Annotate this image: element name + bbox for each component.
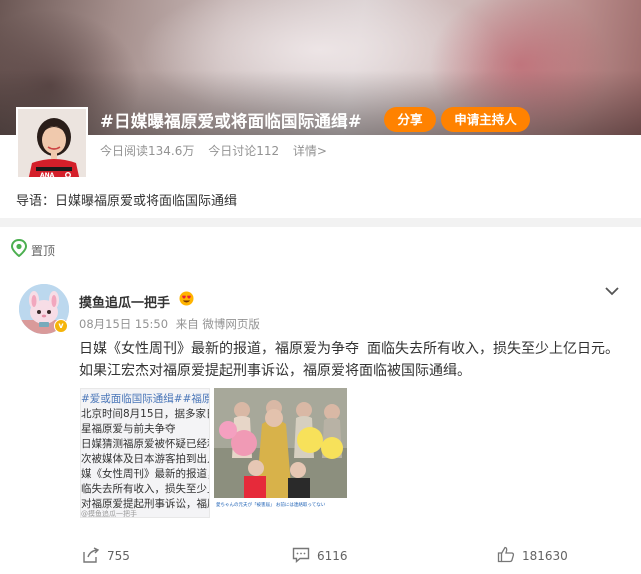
clip-line: 临失去所有收入，损失至少上: [81, 483, 210, 495]
topic-title[interactable]: #日媒曝福原爱或将面临国际通缉#: [100, 108, 362, 132]
repost-icon: [82, 546, 107, 566]
photo-caption: 愛ちゃんの元夫が「被害届」 お前には連絡取ってない: [216, 501, 326, 508]
pinned-post-card: 置顶 v 摸鱼追瓜一把手 08月15日 15:50 来自 微博网页版 日媒《女性…: [0, 227, 641, 574]
clip-line: 星福原爱与前夫争夺: [81, 423, 176, 435]
clip-line: 次被媒体及日本游客拍到出入: [81, 453, 210, 465]
comment-count: 6116: [317, 549, 348, 563]
like-button[interactable]: 181630: [497, 546, 568, 566]
post-meta: 08月15日 15:50 来自 微博网页版: [79, 316, 264, 332]
clip-line: 日媒猜测福原爱被怀疑已经和: [81, 438, 210, 450]
clip-line: 北京时间8月15日，据多家日: [81, 408, 210, 420]
apply-host-button[interactable]: 申请主持人: [441, 107, 530, 132]
pinned-text: 置顶: [31, 243, 56, 258]
chevron-down-icon[interactable]: [604, 282, 620, 301]
discussion-count: 今日讨论112: [208, 144, 280, 158]
topic-avatar: ANA: [16, 107, 88, 179]
clip-line: #爱或面临国际通缉##福原: [81, 393, 210, 405]
post-image-photo[interactable]: 愛ちゃんの元夫が「被害届」 お前には連絡取ってない: [214, 388, 347, 518]
post-date[interactable]: 08月15日 15:50: [79, 317, 168, 331]
post-source: 来自 微博网页版: [175, 317, 260, 331]
share-button[interactable]: 分享: [384, 107, 436, 132]
topic-stats: 今日阅读134.6万 今日讨论112 详情>: [100, 142, 337, 159]
heart-eyes-emoji-icon: [179, 291, 194, 310]
repost-count: 755: [107, 549, 130, 563]
like-count: 181630: [522, 549, 568, 563]
post-action-bar: 755 6116 181630: [0, 538, 641, 574]
clip-footer: @摸鱼追瓜一把手: [81, 510, 137, 518]
repost-button[interactable]: 755: [82, 546, 130, 566]
topic-intro: 导语：日媒曝福原爱或将面临国际通缉: [16, 194, 238, 209]
post-body-part1: 日媒《女性周刊》最新的报道，福原爱为争夺: [79, 341, 359, 357]
svg-text:ANA: ANA: [40, 172, 55, 179]
post-image-text-screenshot[interactable]: #爱或面临国际通缉##福原 北京时间8月15日，据多家日 星福原爱与前夫争夺 日…: [80, 388, 210, 518]
verified-badge-icon: v: [54, 319, 68, 333]
read-count: 今日阅读134.6万: [100, 144, 195, 158]
post-body: 日媒《女性周刊》最新的报道，福原爱为争夺 面临失去所有收入，损失至少上亿日元。如果…: [79, 338, 621, 382]
like-icon: [497, 546, 522, 566]
comment-icon: [292, 547, 317, 566]
author-name[interactable]: 摸鱼追瓜一把手: [79, 292, 170, 311]
comment-button[interactable]: 6116: [292, 546, 348, 566]
pinned-label: 置顶: [10, 238, 56, 261]
details-link[interactable]: 详情>: [293, 144, 327, 158]
clip-line: 媒《女性周刊》最新的报道，: [81, 468, 210, 480]
green-pin-icon: [10, 238, 28, 261]
topic-header-card: ANA #日媒曝福原爱或将面临国际通缉# 分享 申请主持人 今日阅读134.6万…: [0, 0, 641, 218]
